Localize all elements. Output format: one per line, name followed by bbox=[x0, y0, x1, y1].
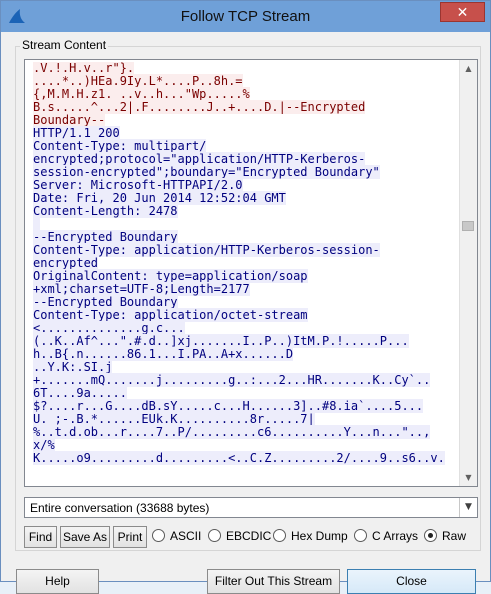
save-as-button[interactable]: Save As bbox=[60, 526, 110, 548]
radio-c-arrays-label: C Arrays bbox=[372, 529, 419, 543]
server-text: +.......mQ.......j.........g..:...2...HR… bbox=[33, 373, 431, 387]
server-text: Content-Type: application/HTTP-Kerberos-… bbox=[33, 243, 380, 257]
server-text: session-encrypted";boundary="Encrypted B… bbox=[33, 165, 380, 179]
stream-text-area[interactable]: .V.!.H.v..r"}. ....*..)HEa.9Iy.L*....P..8… bbox=[25, 62, 462, 486]
server-text: $?....r...G....dB.sY.....c...H......3]..… bbox=[33, 399, 424, 413]
server-text: x/% bbox=[33, 438, 55, 452]
server-text: encrypted;protocol="application/HTTP-Ker… bbox=[33, 152, 366, 166]
stream-line: Content-Length: 2478 bbox=[33, 204, 462, 218]
stream-line: %..t.d.ob...r....7..P/.........c6.......… bbox=[33, 425, 462, 439]
server-text: --Encrypted Boundary bbox=[33, 295, 178, 309]
server-text: (..K..Af^...".#.d..]xj.......I..P..)ItM.… bbox=[33, 334, 409, 348]
server-text: Server: Microsoft-HTTPAPI/2.0 bbox=[33, 178, 243, 192]
server-text: Content-Type: application/octet-stream bbox=[33, 308, 308, 322]
scroll-thumb[interactable] bbox=[462, 221, 474, 231]
client-text: {,M.M.H.z1._..v..h..."Wp.....% bbox=[33, 87, 250, 101]
scroll-up-arrow-icon[interactable]: ▲ bbox=[460, 60, 477, 77]
dialog-body: Stream Content .V.!.H.v..r"}. ....*..)HEa… bbox=[9, 32, 482, 594]
radio-c-arrays[interactable]: C Arrays bbox=[354, 529, 418, 545]
conversation-select-value: Entire conversation (33688 bytes) bbox=[30, 501, 210, 515]
radio-ebcdic[interactable]: EBCDIC bbox=[208, 529, 271, 545]
radio-ebcdic-label: EBCDIC bbox=[226, 529, 272, 543]
stream-content-label: Stream Content bbox=[20, 38, 109, 52]
stream-content-textview[interactable]: .V.!.H.v..r"}. ....*..)HEa.9Iy.L*....P..8… bbox=[24, 59, 478, 487]
server-text: K.....o9.........d.........<..C.Z.......… bbox=[33, 451, 445, 465]
server-text: Content-Length: 2478 bbox=[33, 204, 178, 218]
radio-raw[interactable]: Raw bbox=[424, 529, 466, 545]
window-title: Follow TCP Stream bbox=[180, 8, 311, 25]
client-text: B.s.....^...2|.F........J..+....D.|--Enc… bbox=[33, 100, 366, 114]
server-text: %..t.d.ob...r....7..P/.........c6.......… bbox=[33, 425, 431, 439]
radio-circle-icon bbox=[273, 529, 286, 542]
server-text: 6T....9a..... bbox=[33, 386, 127, 400]
server-text: h..B{.n......86.1...I.PA..A+x......D bbox=[33, 347, 294, 361]
conversation-select[interactable]: Entire conversation (33688 bytes) ▼ bbox=[24, 497, 478, 518]
server-text: +xml;charset=UTF-8;Length=2177 bbox=[33, 282, 250, 296]
radio-circle-icon bbox=[354, 529, 367, 542]
radio-ascii[interactable]: ASCII bbox=[152, 529, 201, 545]
server-text: OriginalContent: type=application/soap bbox=[33, 269, 308, 283]
radio-circle-icon bbox=[208, 529, 221, 542]
server-text bbox=[33, 217, 41, 231]
scroll-down-arrow-icon[interactable]: ▼ bbox=[460, 469, 477, 486]
server-text: --Encrypted Boundary bbox=[33, 230, 178, 244]
server-text: U._;-.B.*......EUk.K..........8r.....7| bbox=[33, 412, 315, 426]
radio-hex-dump[interactable]: Hex Dump bbox=[273, 529, 348, 545]
radio-ascii-label: ASCII bbox=[170, 529, 202, 543]
window-close-icon[interactable]: ✕ bbox=[440, 2, 485, 22]
radio-raw-label: Raw bbox=[442, 529, 467, 543]
chevron-down-icon[interactable]: ▼ bbox=[459, 498, 477, 517]
print-button[interactable]: Print bbox=[113, 526, 147, 548]
client-text: ....*..)HEa.9Iy.L*....P..8h.= bbox=[33, 74, 243, 88]
client-text: Boundary-- bbox=[33, 113, 106, 127]
title-bar[interactable]: Follow TCP Stream ✕ bbox=[1, 1, 490, 32]
server-text: encrypted bbox=[33, 256, 99, 270]
server-text: HTTP/1.1 200 bbox=[33, 126, 120, 140]
radio-hex-dump-label: Hex Dump bbox=[291, 529, 348, 543]
server-text: ..Y.K:.SI.j bbox=[33, 360, 113, 374]
radio-checked-icon bbox=[424, 529, 437, 542]
server-text: Date: Fri, 20 Jun 2014 12:52:04 GMT bbox=[33, 191, 286, 205]
stream-scrollbar[interactable]: ▲ ▼ bbox=[459, 60, 477, 486]
find-button[interactable]: Find bbox=[24, 526, 57, 548]
server-text: Content-Type: multipart/ bbox=[33, 139, 207, 153]
radio-circle-icon bbox=[152, 529, 165, 542]
server-text: <..............g.c... bbox=[33, 321, 185, 335]
stream-line: K.....o9.........d.........<..C.Z.......… bbox=[33, 451, 462, 465]
follow-tcp-stream-window: Follow TCP Stream ✕ Stream Content .V.!.… bbox=[0, 0, 491, 594]
